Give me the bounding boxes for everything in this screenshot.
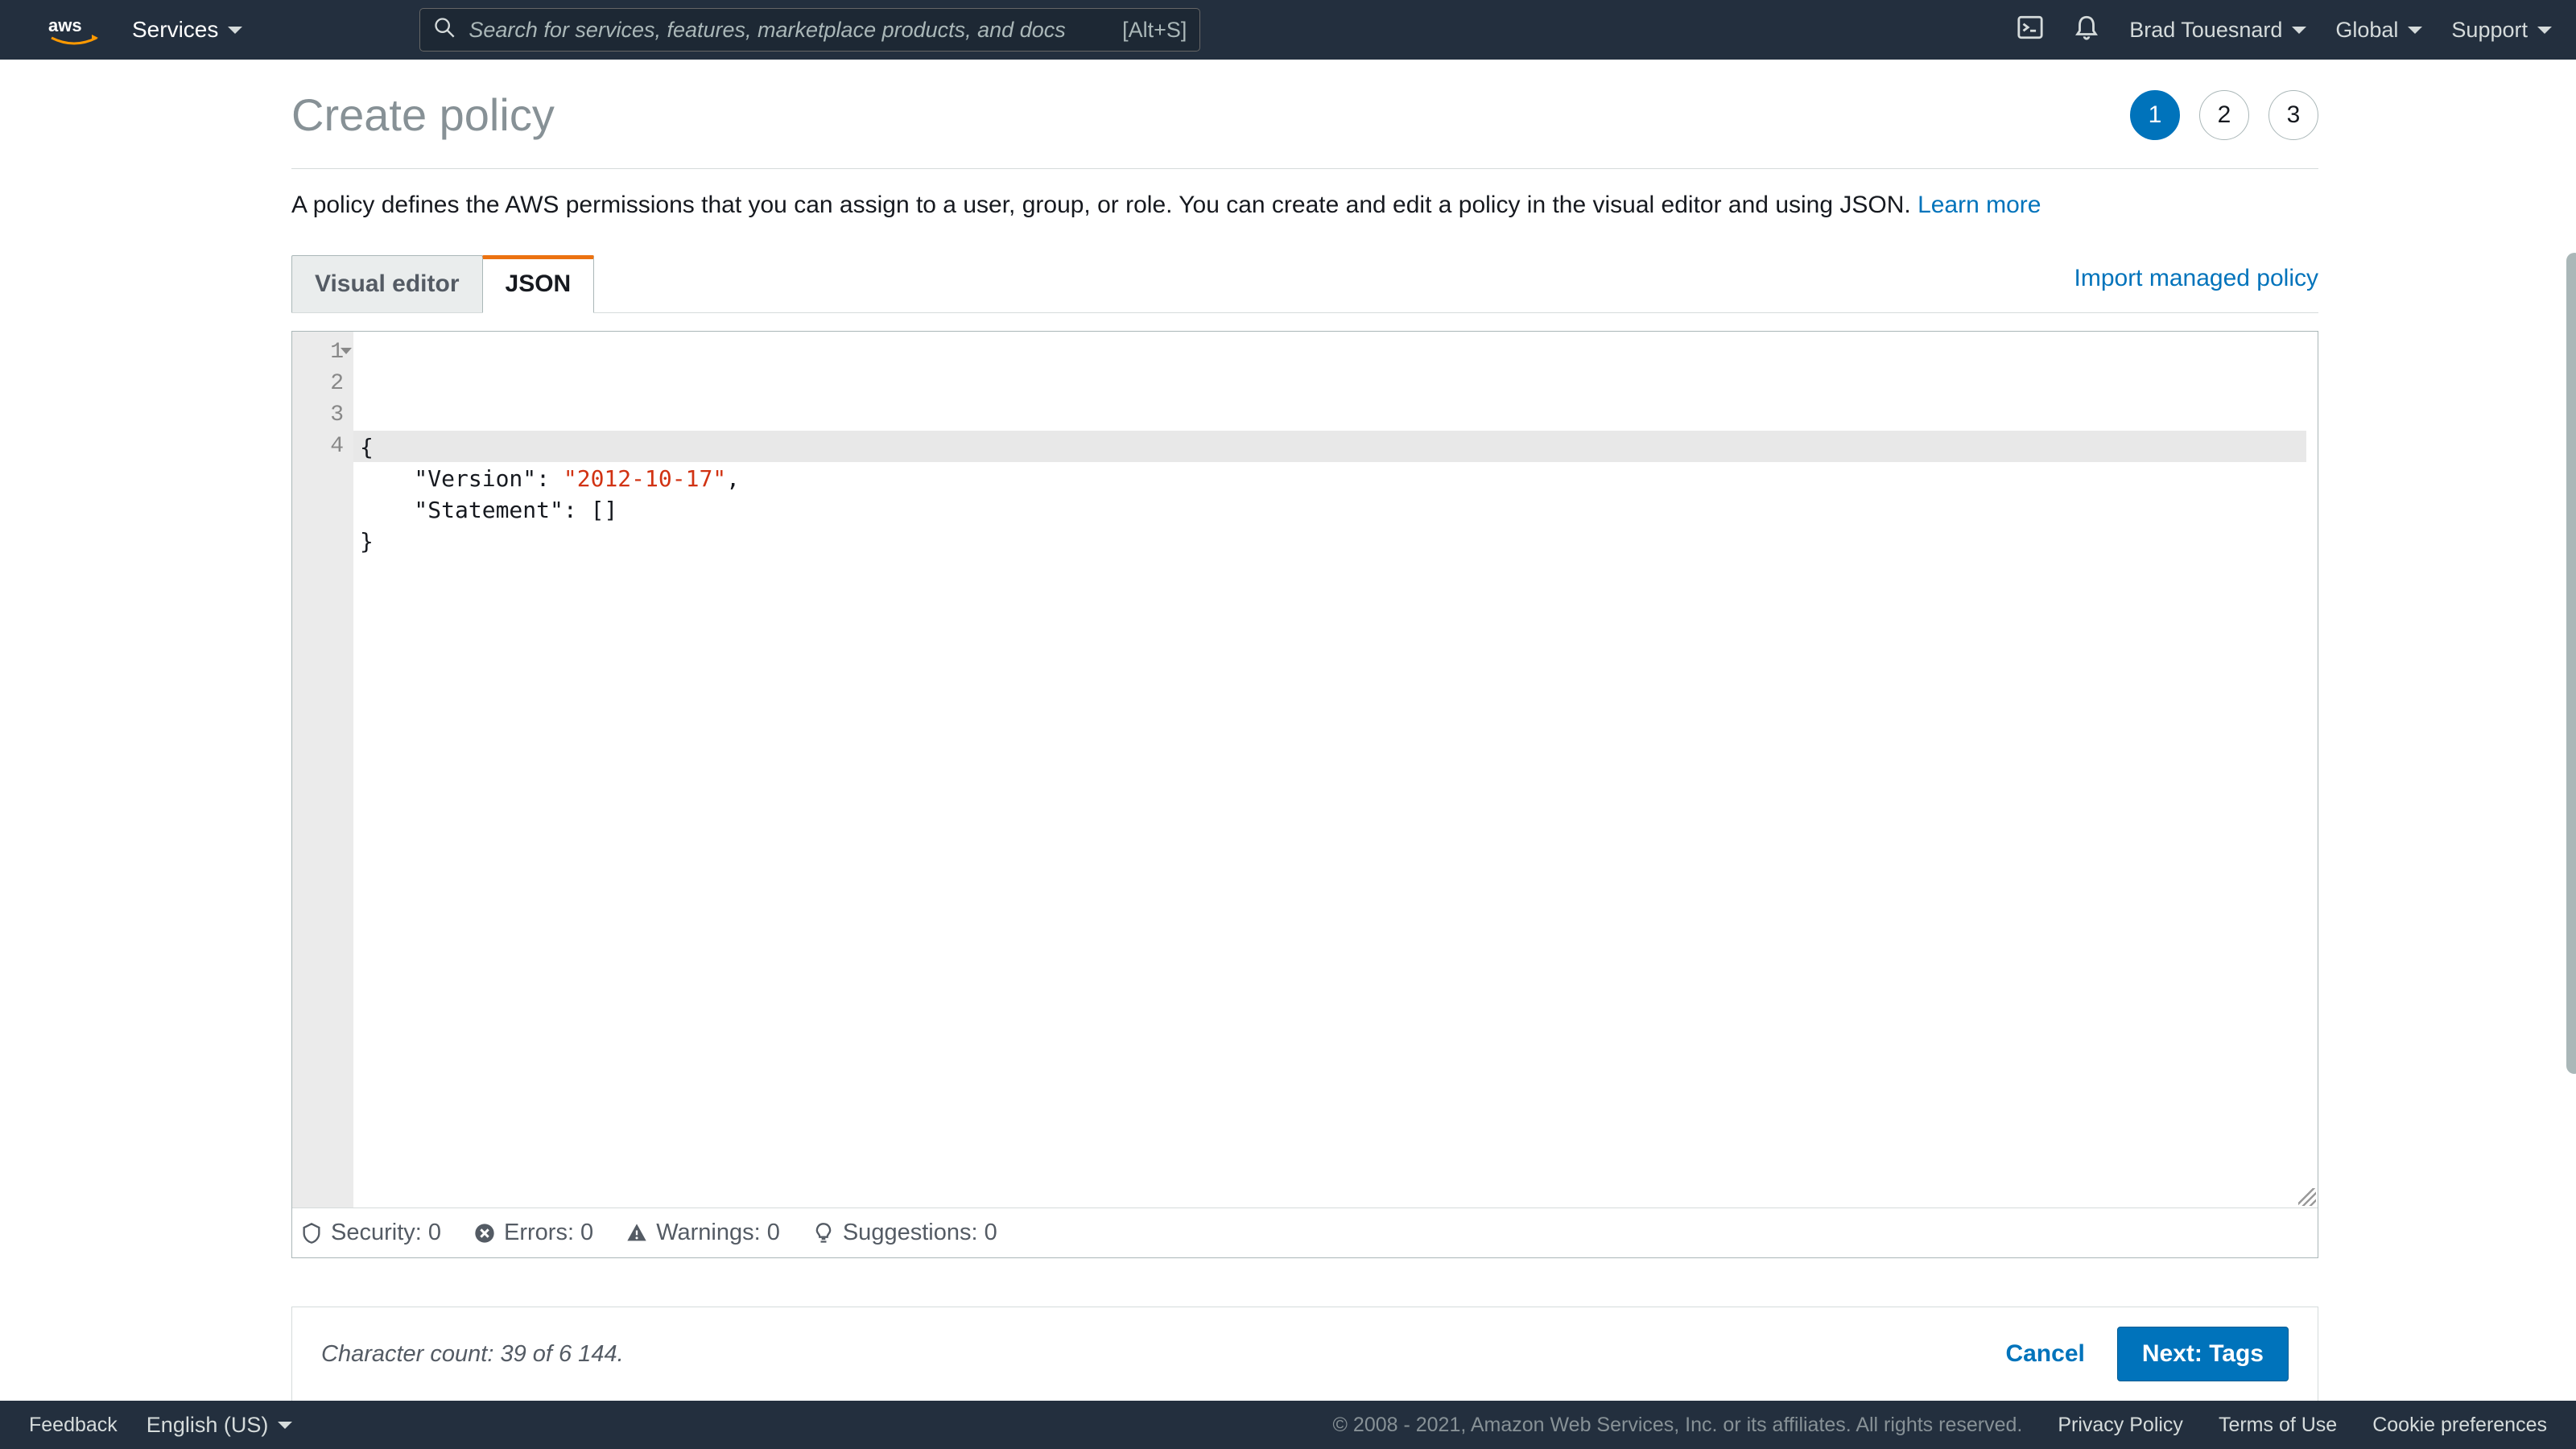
- search-input[interactable]: [469, 18, 1109, 43]
- vertical-scrollbar[interactable]: [2566, 253, 2576, 1074]
- language-menu[interactable]: English (US): [147, 1413, 293, 1438]
- action-buttons: Cancel Next: Tags: [2005, 1327, 2289, 1381]
- description-text: A policy defines the AWS permissions tha…: [291, 192, 1918, 218]
- page-header: Create policy 1 2 3: [291, 89, 2318, 168]
- wizard-stepper: 1 2 3: [2130, 90, 2318, 140]
- page-description: A policy defines the AWS permissions tha…: [291, 169, 2318, 254]
- top-nav: aws Services [Alt+S] Brad Touesnard Glob…: [0, 0, 2576, 60]
- privacy-link[interactable]: Privacy Policy: [2058, 1414, 2183, 1437]
- next-tags-button[interactable]: Next: Tags: [2117, 1327, 2289, 1381]
- status-warnings[interactable]: Warnings: 0: [625, 1220, 780, 1246]
- account-menu[interactable]: Brad Touesnard: [2129, 18, 2306, 43]
- learn-more-link[interactable]: Learn more: [1918, 192, 2041, 218]
- caret-down-icon: [278, 1422, 292, 1429]
- copyright-text: © 2008 - 2021, Amazon Web Services, Inc.…: [1333, 1414, 2023, 1437]
- caret-down-icon: [228, 27, 242, 34]
- action-bar: Character count: 39 of 6 144. Cancel Nex…: [291, 1307, 2318, 1401]
- step-1[interactable]: 1: [2130, 90, 2180, 140]
- status-suggestions[interactable]: Suggestions: 0: [812, 1220, 997, 1246]
- editor-tabs: Visual editor JSON Import managed policy: [291, 254, 2318, 313]
- editor-gutter: 1 2 3 4: [292, 332, 353, 1208]
- editor-code[interactable]: { "Version": "2012-10-17", "Statement": …: [353, 332, 2318, 1208]
- import-managed-policy-link[interactable]: Import managed policy: [2074, 265, 2319, 302]
- cancel-button[interactable]: Cancel: [2005, 1340, 2084, 1368]
- services-menu[interactable]: Services: [132, 17, 242, 43]
- step-3[interactable]: 3: [2268, 90, 2318, 140]
- footer: Feedback English (US) © 2008 - 2021, Ama…: [0, 1401, 2576, 1449]
- support-label: Support: [2451, 18, 2528, 43]
- svg-text:aws: aws: [48, 15, 82, 35]
- character-count: Character count: 39 of 6 144.: [321, 1341, 624, 1368]
- status-errors[interactable]: Errors: 0: [473, 1220, 593, 1246]
- resize-grip-icon[interactable]: [2298, 1188, 2316, 1206]
- footer-left: Feedback English (US): [29, 1413, 292, 1438]
- topnav-right: Brad Touesnard Global Support: [2017, 14, 2552, 47]
- line-number: 4: [292, 431, 344, 462]
- region-menu[interactable]: Global: [2335, 18, 2422, 43]
- aws-logo[interactable]: aws: [48, 14, 100, 46]
- line-number: 2: [292, 368, 344, 399]
- line-number: 3: [292, 399, 344, 431]
- search-box[interactable]: [Alt+S]: [419, 8, 1200, 52]
- status-security[interactable]: Security: 0: [300, 1220, 441, 1246]
- page-title: Create policy: [291, 89, 555, 141]
- footer-right: © 2008 - 2021, Amazon Web Services, Inc.…: [1333, 1414, 2547, 1437]
- user-name: Brad Touesnard: [2129, 18, 2282, 43]
- line-number: 1: [292, 336, 344, 368]
- feedback-link[interactable]: Feedback: [29, 1414, 118, 1437]
- tab-visual-editor[interactable]: Visual editor: [291, 255, 483, 312]
- notifications-icon[interactable]: [2073, 14, 2100, 47]
- region-label: Global: [2335, 18, 2398, 43]
- cloudshell-icon[interactable]: [2017, 14, 2044, 47]
- search-icon: [433, 16, 456, 44]
- tab-json[interactable]: JSON: [482, 255, 595, 313]
- caret-down-icon: [2408, 27, 2422, 34]
- json-editor: 1 2 3 4 { "Version": "2012-10-17", "Stat…: [291, 331, 2318, 1258]
- caret-down-icon: [2292, 27, 2306, 34]
- step-2[interactable]: 2: [2199, 90, 2249, 140]
- caret-down-icon: [2537, 27, 2552, 34]
- editor-status-bar: Security: 0 Errors: 0 Warnings: 0 Sugges…: [292, 1208, 2318, 1257]
- services-label: Services: [132, 17, 218, 43]
- cookies-link[interactable]: Cookie preferences: [2372, 1414, 2547, 1437]
- support-menu[interactable]: Support: [2451, 18, 2552, 43]
- main-content: Create policy 1 2 3 A policy defines the…: [0, 60, 2576, 1401]
- search-shortcut: [Alt+S]: [1122, 18, 1187, 43]
- editor-body[interactable]: 1 2 3 4 { "Version": "2012-10-17", "Stat…: [292, 332, 2318, 1208]
- terms-link[interactable]: Terms of Use: [2219, 1414, 2337, 1437]
